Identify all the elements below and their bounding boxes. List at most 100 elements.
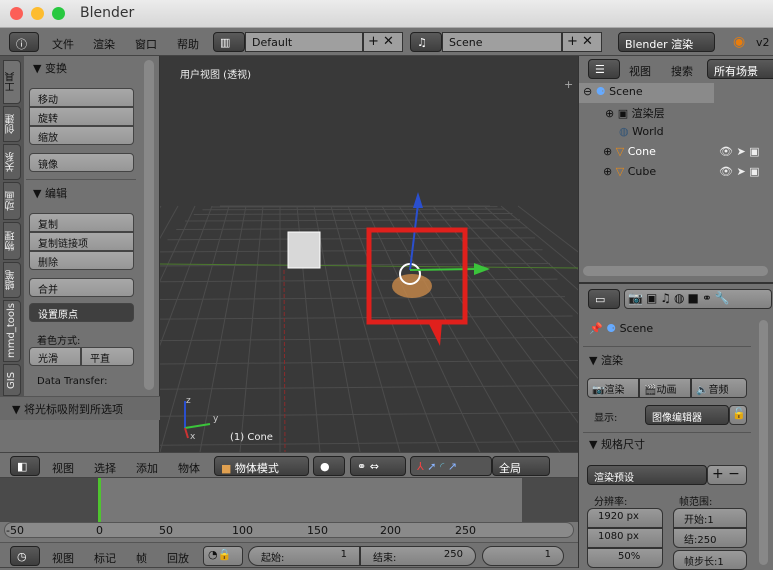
editor-type-outliner-icon[interactable]: ☰ xyxy=(588,59,620,79)
menu-view[interactable]: 视图 xyxy=(52,460,74,476)
display-select[interactable]: 图像编辑器 xyxy=(645,405,729,425)
menu-marker[interactable]: 标记 xyxy=(94,550,116,566)
properties-scrollbar[interactable] xyxy=(759,320,768,565)
menu-help[interactable]: 帮助 xyxy=(177,36,199,52)
set-origin-dropdown[interactable]: 设置原点 xyxy=(29,303,134,322)
outliner-item-cone[interactable]: ⊕ ▽ Cone👁 ➤ ▣ xyxy=(579,143,773,163)
outliner-item-cube[interactable]: ⊕ ▽ Cube👁 ➤ ▣ xyxy=(579,163,773,183)
tab-mmd-tools[interactable]: mmd_tools xyxy=(3,300,21,362)
end-frame-field[interactable]: 结束:250 xyxy=(360,546,476,566)
3d-viewport[interactable]: 用户视图 (透视) z y x (1) Cone + xyxy=(160,56,578,452)
move-button[interactable]: 移动 xyxy=(29,88,134,107)
viewport-grid xyxy=(160,56,578,452)
menu-frame[interactable]: 帧 xyxy=(136,550,147,566)
outliner-scrollbar[interactable] xyxy=(583,266,768,276)
axis-y-label: y xyxy=(213,414,218,424)
lock-icon[interactable]: 🔓 xyxy=(729,405,747,425)
pivot-select[interactable]: ⚭ ⇔ xyxy=(350,456,406,476)
frame-range-label: 帧范围: xyxy=(679,493,712,508)
mode-select[interactable]: ■ 物体模式 xyxy=(214,456,309,476)
frame-end-field[interactable]: 结:250 xyxy=(673,528,747,548)
duplicate-linked-button[interactable]: 复制链接项 xyxy=(29,232,134,251)
tab-physics[interactable]: 物理 xyxy=(3,222,21,260)
menu-window[interactable]: 窗口 xyxy=(135,36,157,52)
menu-view[interactable]: 视图 xyxy=(629,63,651,79)
scale-button[interactable]: 缩放 xyxy=(29,126,134,145)
scene-icon[interactable]: ♫ xyxy=(410,32,442,52)
tab-animation[interactable]: 动画 xyxy=(3,182,21,220)
duplicate-button[interactable]: 复制 xyxy=(29,213,134,232)
render-panel-title[interactable]: ▼ 渲染 xyxy=(589,352,623,368)
resolution-y-field[interactable]: 1080 px xyxy=(587,528,663,548)
window-title: Blender xyxy=(80,5,134,21)
join-button[interactable]: 合并 xyxy=(29,278,134,297)
flat-button[interactable]: 平直 xyxy=(81,347,134,366)
menu-view[interactable]: 视图 xyxy=(52,550,74,566)
tab-grease-pencil[interactable]: 蜡笔 xyxy=(3,262,21,298)
menu-file[interactable]: 文件 xyxy=(52,36,74,52)
menu-render[interactable]: 渲染 xyxy=(93,36,115,52)
view-label: 用户视图 (透视) xyxy=(180,66,251,81)
dimensions-panel-title[interactable]: ▼ 规格尺寸 xyxy=(589,436,645,452)
tick: 50 xyxy=(159,524,173,537)
outliner-item-render-layers[interactable]: ⊕ ▣ 渲染层 xyxy=(579,103,773,123)
editor-type-properties-icon[interactable]: ▭ xyxy=(588,289,620,309)
close-button[interactable] xyxy=(10,7,23,20)
frame-step-field[interactable]: 帧步长:1 xyxy=(673,550,747,570)
outliner: ☰ 视图 搜索 所有场景 ⊖ ⚈ Scene ⊕ ▣ 渲染层 ◍ World ⊕… xyxy=(578,56,773,282)
frame-start-field[interactable]: 开始:1 xyxy=(673,508,747,528)
audio-button[interactable]: 🔈音频 xyxy=(691,378,747,398)
z-manipulator-arrow xyxy=(413,192,423,208)
smooth-button[interactable]: 光滑 xyxy=(29,347,81,366)
editor-type-3d-icon[interactable]: ◧ xyxy=(10,456,40,476)
menu-search[interactable]: 搜索 xyxy=(671,63,693,79)
timeline[interactable]: -50 0 50 100 150 200 250 xyxy=(0,478,578,542)
layout-add-remove[interactable]: + ✕ xyxy=(363,32,403,52)
timeline-header: ◷ 视图 标记 帧 回放 ◔🔒 起始:1 结束:250 1 xyxy=(0,542,578,568)
render-button[interactable]: 📷渲染 xyxy=(587,378,639,398)
tab-tools[interactable]: 工具 xyxy=(3,60,21,104)
transform-panel-title[interactable]: ▼ 变换 xyxy=(33,60,67,76)
manipulator-buttons[interactable]: ⅄ ➚ ◜ ↗ xyxy=(410,456,492,476)
minimize-button[interactable] xyxy=(31,7,44,20)
resolution-x-field[interactable]: 1920 px xyxy=(587,508,663,528)
rotate-button[interactable]: 旋转 xyxy=(29,107,134,126)
animation-button[interactable]: 🎬动画 xyxy=(639,378,691,398)
render-engine-select[interactable]: Blender 渲染 xyxy=(618,32,715,52)
preview-range-lock-icon[interactable]: ◔🔒 xyxy=(203,546,243,566)
orientation-select[interactable]: 全局 xyxy=(492,456,550,476)
timeline-ruler[interactable] xyxy=(4,522,574,538)
shading-select[interactable]: ● xyxy=(313,456,345,476)
snap-cursor-panel[interactable]: ▼ 将光标吸附到所选项 xyxy=(0,396,160,420)
scene-add-remove[interactable]: + ✕ xyxy=(562,32,602,52)
delete-button[interactable]: 删除 xyxy=(29,251,134,270)
tab-relations[interactable]: 关系 xyxy=(3,144,21,180)
tool-shelf-scrollbar[interactable] xyxy=(144,60,154,390)
editor-type-info-icon[interactable]: ⓘ xyxy=(9,32,39,52)
mirror-button[interactable]: 镜像 xyxy=(29,153,134,172)
maximize-button[interactable] xyxy=(52,7,65,20)
expand-panel-icon[interactable]: + xyxy=(564,78,573,91)
resolution-percent-field[interactable]: 50% xyxy=(587,548,663,568)
display-mode-select[interactable]: 所有场景 xyxy=(707,59,773,79)
layout-icon[interactable]: ▥ xyxy=(213,32,245,52)
current-frame-field[interactable]: 1 xyxy=(482,546,564,566)
editor-type-timeline-icon[interactable]: ◷ xyxy=(10,546,40,566)
tab-gis[interactable]: GIS xyxy=(3,364,21,396)
current-frame-indicator[interactable] xyxy=(98,478,101,522)
outliner-item-scene[interactable]: ⊖ ⚈ Scene xyxy=(579,83,714,103)
menu-playback[interactable]: 回放 xyxy=(167,550,189,566)
preset-add-remove[interactable]: + − xyxy=(707,465,747,485)
tab-create[interactable]: 创建 xyxy=(3,106,21,142)
menu-add[interactable]: 添加 xyxy=(136,460,158,476)
menu-select[interactable]: 选择 xyxy=(94,460,116,476)
scene-field[interactable]: Scene xyxy=(442,32,562,52)
context-tabs[interactable]: 📷▣♫◍■⚭🔧 xyxy=(624,289,772,309)
edit-panel-title[interactable]: ▼ 编辑 xyxy=(33,185,67,201)
outliner-item-world[interactable]: ◍ World xyxy=(579,123,773,143)
menu-object[interactable]: 物体 xyxy=(178,460,200,476)
start-frame-field[interactable]: 起始:1 xyxy=(248,546,360,566)
layout-field[interactable]: Default xyxy=(245,32,363,52)
render-presets-select[interactable]: 渲染预设 xyxy=(587,465,707,485)
shading-label: 着色方式: xyxy=(37,332,80,347)
